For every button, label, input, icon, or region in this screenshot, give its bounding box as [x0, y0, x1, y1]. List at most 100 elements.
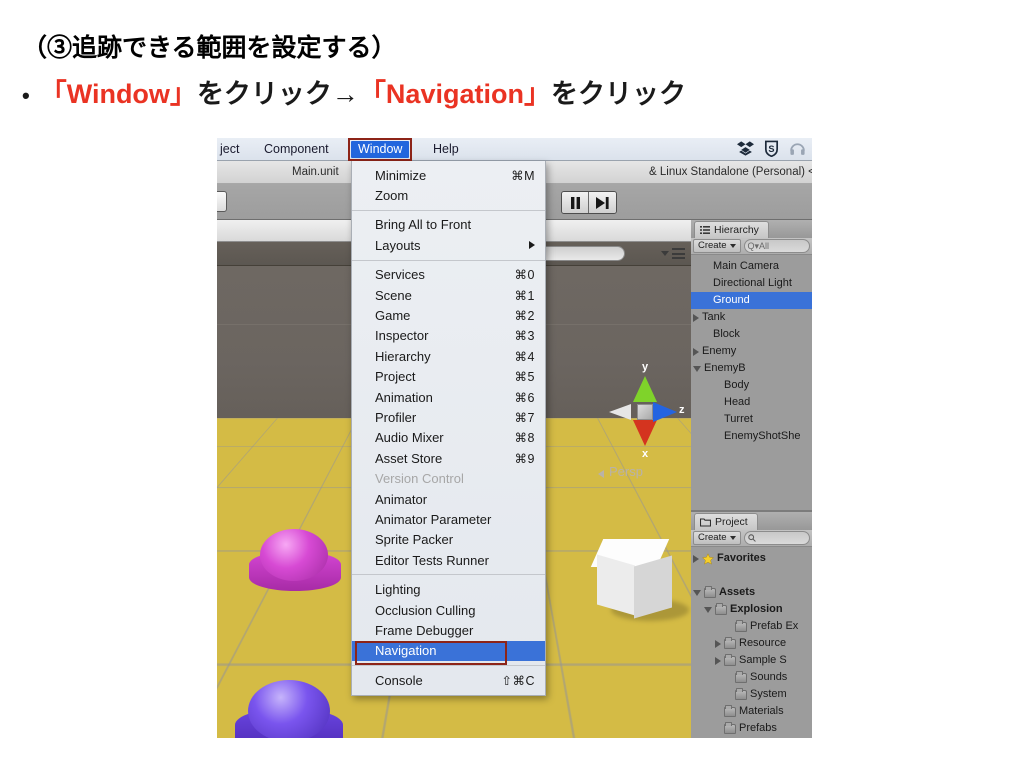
project-row-spacer: [691, 567, 812, 584]
folder-icon: [724, 653, 736, 666]
menu-item-navigation[interactable]: Navigation: [352, 640, 545, 666]
hierarchy-row-enemyb[interactable]: EnemyB: [691, 360, 812, 377]
hierarchy-row-block[interactable]: Block: [691, 326, 812, 343]
project-row-favorites[interactable]: Favorites: [691, 550, 812, 567]
project-row-assets[interactable]: Assets: [691, 584, 812, 601]
hierarchy-row-directional-light[interactable]: Directional Light: [691, 275, 812, 292]
menu-item-sprite-packer[interactable]: Sprite Packer: [352, 530, 545, 550]
menubar-item-component[interactable]: Component: [257, 141, 336, 158]
headphone-icon[interactable]: [789, 140, 806, 157]
scene-options-menu-icon[interactable]: [672, 248, 685, 259]
menu-item-scene[interactable]: Scene ⌘1: [352, 285, 545, 305]
project-row-explosion[interactable]: Explosion: [691, 601, 812, 618]
menu-item-label: Navigation: [375, 643, 437, 659]
menu-item-layouts[interactable]: Layouts: [352, 235, 545, 255]
menu-item-animator-parameter[interactable]: Animator Parameter: [352, 509, 545, 529]
project-row-materials[interactable]: Materials: [691, 703, 812, 720]
project-tree[interactable]: Favorites Assets Explosion Prefab Ex Resourc…: [691, 547, 812, 738]
step-button[interactable]: [589, 192, 616, 213]
project-row-sample-s[interactable]: Sample S: [691, 652, 812, 669]
menu-item-services[interactable]: Services ⌘0: [352, 265, 545, 285]
menu-item-audio-mixer[interactable]: Audio Mixer ⌘8: [352, 428, 545, 448]
menu-item-minimize[interactable]: Minimize ⌘M: [352, 165, 545, 185]
shield-s-icon[interactable]: S: [763, 140, 780, 157]
menu-item-animator[interactable]: Animator: [352, 489, 545, 509]
project-row-sounds[interactable]: Sounds: [691, 669, 812, 686]
slide-bullet: • 「Window」 をクリック→ 「Navigation」 をクリック: [22, 72, 686, 111]
hierarchy-create-button[interactable]: Create: [693, 239, 741, 253]
hierarchy-row-enemy[interactable]: Enemy: [691, 343, 812, 360]
chevron-right-icon[interactable]: [693, 347, 699, 356]
menu-item-zoom[interactable]: Zoom: [352, 185, 545, 205]
hierarchy-tree[interactable]: Main Camera Directional Light Ground Tank Bl…: [691, 255, 812, 510]
hierarchy-row-main-camera[interactable]: Main Camera: [691, 258, 812, 275]
project-row-prefabs[interactable]: Prefabs: [691, 720, 812, 737]
scene-object-enemy-purple[interactable]: [235, 680, 343, 738]
chevron-right-icon[interactable]: [715, 656, 721, 665]
menu-item-console[interactable]: Console ⇧⌘C: [352, 670, 545, 690]
project-row-resource[interactable]: Resource: [691, 635, 812, 652]
project-create-button[interactable]: Create: [693, 531, 741, 545]
folder-icon: [700, 518, 711, 527]
menu-item-label: Sprite Packer: [375, 532, 454, 548]
menu-item-project[interactable]: Project ⌘5: [352, 367, 545, 387]
menu-item-label: Audio Mixer: [375, 430, 444, 446]
menubar-item-help[interactable]: Help: [426, 141, 466, 158]
menu-item-label: Version Control: [375, 471, 464, 487]
window-dropdown-menu[interactable]: Minimize ⌘M Zoom Bring All to Front Layouts S…: [351, 161, 546, 697]
chevron-down-icon[interactable]: [704, 606, 712, 613]
menu-item-profiler[interactable]: Profiler ⌘7: [352, 407, 545, 427]
tab-hierarchy-label: Hierarchy: [714, 223, 759, 236]
chevron-down-icon[interactable]: [693, 365, 701, 372]
project-row-system[interactable]: System: [691, 686, 812, 703]
project-tabbar: Project: [691, 512, 812, 530]
chevron-right-icon[interactable]: [693, 554, 699, 563]
menubar-item-project[interactable]: ject: [217, 141, 246, 158]
axis-label-z: z: [679, 404, 685, 416]
tab-hierarchy[interactable]: Hierarchy: [694, 221, 769, 238]
scene-axis-gizmo[interactable]: y x z: [599, 361, 691, 469]
menu-item-inspector[interactable]: Inspector ⌘3: [352, 326, 545, 346]
menu-item-hierarchy[interactable]: Hierarchy ⌘4: [352, 346, 545, 366]
menu-item-lighting[interactable]: Lighting: [352, 579, 545, 599]
menu-item-game[interactable]: Game ⌘2: [352, 305, 545, 325]
tab-project[interactable]: Project: [694, 513, 758, 530]
menu-item-asset-store[interactable]: Asset Store ⌘9: [352, 448, 545, 468]
scene-object-enemy-magenta[interactable]: [249, 529, 341, 591]
axis-label-y: y: [642, 361, 649, 373]
menu-item-bring-all-to-front[interactable]: Bring All to Front: [352, 215, 545, 235]
menubar-item-window[interactable]: Window: [347, 138, 413, 161]
chevron-right-icon[interactable]: [693, 313, 699, 322]
hierarchy-row-tank[interactable]: Tank: [691, 309, 812, 326]
project-search-input[interactable]: [743, 531, 810, 545]
menu-item-label: Minimize: [375, 167, 427, 183]
scene-object-block-cube[interactable]: [590, 539, 689, 621]
menu-item-occlusion-culling[interactable]: Occlusion Culling: [352, 600, 545, 620]
menu-item-animation[interactable]: Animation ⌘6: [352, 387, 545, 407]
folder-icon: [724, 704, 736, 717]
project-row-prefab-ex[interactable]: Prefab Ex: [691, 618, 812, 635]
right-dock-column: Hierarchy Create Q▾All Main Camera Direct…: [691, 220, 812, 738]
hierarchy-row-head[interactable]: Head: [691, 394, 812, 411]
transform-tool-button[interactable]: [217, 191, 227, 212]
scene-options-caret-icon[interactable]: [661, 251, 669, 256]
hierarchy-row-turret[interactable]: Turret: [691, 411, 812, 428]
menu-item-frame-debugger[interactable]: Frame Debugger: [352, 620, 545, 640]
star-icon: [702, 552, 714, 565]
hierarchy-row-ground[interactable]: Ground: [691, 292, 812, 309]
hierarchy-row-body[interactable]: Body: [691, 377, 812, 394]
menu-item-editor-tests-runner[interactable]: Editor Tests Runner: [352, 550, 545, 570]
pause-button[interactable]: [562, 192, 589, 213]
chevron-down-icon[interactable]: [693, 589, 701, 596]
chevron-right-icon[interactable]: [715, 639, 721, 648]
chevron-down-icon: [729, 244, 736, 248]
dropbox-icon[interactable]: [737, 140, 754, 157]
tab-project-label: Project: [715, 515, 748, 528]
hierarchy-row-label: Head: [724, 396, 751, 408]
hierarchy-row-enemyshotshe[interactable]: EnemyShotShe: [691, 428, 812, 445]
menu-item-label: Asset Store: [375, 450, 443, 466]
scene-filename-label: Main.unit: [292, 166, 339, 178]
hierarchy-search-input[interactable]: Q▾All: [743, 239, 810, 253]
play-controls: [561, 191, 617, 214]
projection-mode-label[interactable]: Persp: [609, 464, 643, 479]
